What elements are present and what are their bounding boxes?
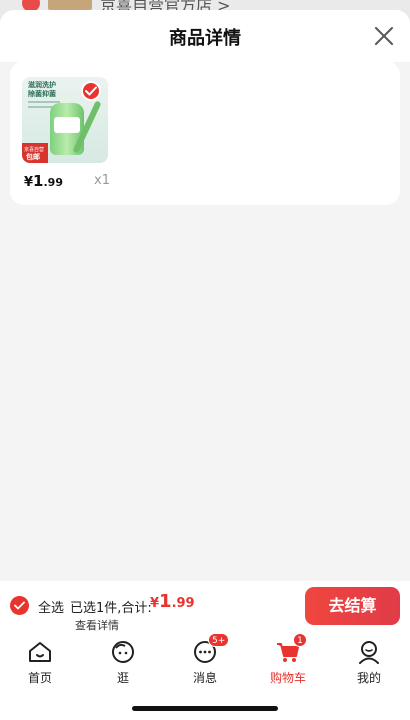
profile-icon [356,639,382,665]
select-all-label[interactable]: 全选 [38,597,64,616]
tab-profile[interactable]: 我的 [339,639,399,687]
price-integer: 1 [33,172,44,190]
cart-badge: 1 [293,633,307,647]
product-quantity: x1 [94,173,110,188]
home-icon [27,639,53,665]
tab-label: 逛 [116,671,129,685]
total-integer: 1 [159,591,172,612]
home-indicator [132,706,278,711]
tab-label: 首页 [27,671,52,685]
total-price: ¥1.99 [150,591,195,612]
checkout-bar: 全选 已选1件,合计: ¥1.99 去结算 [0,581,410,631]
sheet-title: 商品详情 [169,28,241,49]
tab-label: 我的 [356,671,381,685]
check-icon [14,601,25,610]
tab-label: 购物车 [269,671,306,685]
cart-icon: 1 [275,633,307,665]
tab-browse[interactable]: 逛 [93,639,153,687]
total-decimal: .99 [171,596,195,611]
background-store-badge [48,0,92,10]
selection-summary: 已选1件,合计: [70,601,152,616]
tab-home[interactable]: 首页 [10,639,70,687]
close-button[interactable] [372,24,396,48]
product-price: ¥1.99 [24,171,63,190]
product-select-checkbox[interactable] [81,81,101,101]
bottle-label [54,117,80,133]
product-card: 滋润洗护 除菌抑菌 京喜自营 包邮 ¥1.99 x1 [10,61,400,205]
promo-tag-text: 包邮 [26,153,40,161]
tab-messages[interactable]: 5+ 消息 [175,633,235,687]
sheet-header: 商品详情 [0,10,410,62]
promo-tag: 京喜自营 包邮 [22,143,48,163]
product-image-text: 滋润洗护 [28,81,56,89]
face-icon [110,639,136,665]
product-detail-sheet: 商品详情 滋润洗护 除菌抑菌 京喜自营 包邮 ¥1.99 x1 [0,10,410,584]
check-icon [85,86,97,96]
tab-label: 消息 [192,671,217,685]
select-all-checkbox[interactable] [10,596,29,615]
total-currency: ¥ [150,596,160,611]
message-badge: 5+ [208,633,230,647]
tab-cart[interactable]: 1 购物车 [258,633,318,687]
price-currency: ¥ [24,175,34,190]
checkout-button[interactable]: 去结算 [305,587,400,625]
product-image-text: 除菌抑菌 [28,90,56,98]
close-icon [375,27,393,45]
price-decimal: .99 [43,176,63,189]
message-icon: 5+ [192,633,230,665]
